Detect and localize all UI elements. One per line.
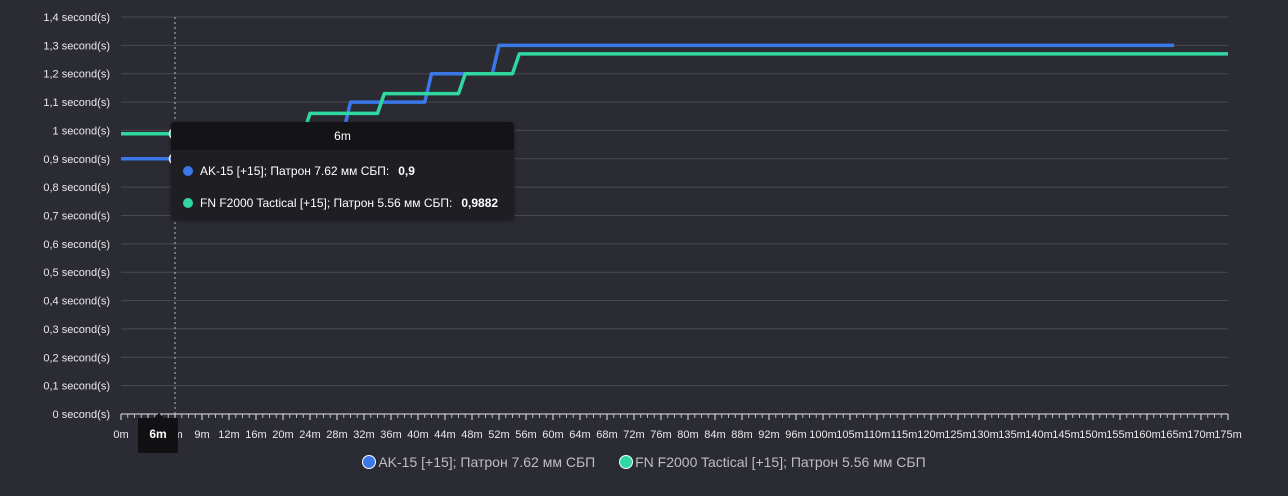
tooltip-header: 6m — [171, 122, 514, 150]
x-tick-label: 155m — [1106, 429, 1134, 441]
x-tick-label: 48m — [461, 429, 482, 441]
y-tick-label: 1,4 second(s) — [43, 12, 110, 24]
x-tick-label: 52m — [488, 429, 509, 441]
y-tick-label: 0,4 second(s) — [43, 296, 110, 308]
x-tick-label: 120m — [917, 429, 945, 441]
x-tick-label: 44m — [434, 429, 455, 441]
tooltip-series-value: 0,9882 — [461, 196, 499, 210]
x-tick-label: 100m — [809, 429, 837, 441]
y-tick-label: 1,1 second(s) — [43, 97, 110, 109]
x-tick-label: 125m — [944, 429, 972, 441]
tooltip-row-fnf2000: FN F2000 Tactical [+15]; Патрон 5.56 мм … — [183, 196, 498, 210]
x-tick-label: 88m — [731, 429, 752, 441]
x-tick-label: 68m — [596, 429, 617, 441]
y-tick-label: 0,6 second(s) — [43, 239, 110, 251]
x-tick-label: 0m — [113, 429, 128, 441]
chart-svg: 0 second(s) 0,1 second(s) 0,2 second(s) 0,3… — [43, 12, 1242, 441]
x-tick-label: 36m — [380, 429, 401, 441]
x-tick-label: 56m — [515, 429, 536, 441]
y-tick-label: 1,3 second(s) — [43, 40, 110, 52]
y-tick-label: 0,7 second(s) — [43, 211, 110, 223]
x-tick-label: 165m — [1160, 429, 1188, 441]
y-tick-label: 0,2 second(s) — [43, 352, 110, 364]
legend-item-fnf2000[interactable]: FN F2000 Tactical [+15]; Патрон 5.56 мм … — [619, 454, 926, 470]
x-tick-label: 130m — [971, 429, 999, 441]
y-axis: 0 second(s) 0,1 second(s) 0,2 second(s) 0,3… — [43, 12, 110, 421]
tooltip-series-label: AK-15 [+15]; Патрон 7.62 мм СБП: — [200, 164, 390, 178]
y-tick-label: 0,1 second(s) — [43, 381, 110, 393]
y-tick-label: 0,9 second(s) — [43, 154, 110, 166]
tooltip-series-label: FN F2000 Tactical [+15]; Патрон 5.56 мм … — [200, 196, 453, 210]
legend: AK-15 [+15]; Патрон 7.62 мм СБП FN F2000… — [0, 454, 1288, 472]
x-tick-label: 24m — [299, 429, 320, 441]
x-tick-label: 84m — [704, 429, 725, 441]
legend-dot-icon — [362, 455, 377, 469]
x-tick-label: 20m — [272, 429, 293, 441]
x-tick-label: 170m — [1187, 429, 1215, 441]
x-tick-label: 175m — [1214, 429, 1242, 441]
y-tick-label: 1 second(s) — [53, 125, 110, 137]
tooltip-series-value: 0,9 — [398, 164, 415, 178]
legend-dot-icon — [619, 455, 634, 469]
x-tick-label: 12m — [218, 429, 239, 441]
x-tick-label: 135m — [998, 429, 1026, 441]
x-tick-label: 92m — [758, 429, 779, 441]
y-tick-label: 0 second(s) — [53, 409, 110, 421]
x-tick-label: 16m — [245, 429, 266, 441]
legend-item-ak15[interactable]: AK-15 [+15]; Патрон 7.62 мм СБП — [362, 454, 595, 470]
x-tick-label: 40m — [407, 429, 428, 441]
x-tick-label: 150m — [1079, 429, 1107, 441]
hover-x-badge: 6m — [138, 413, 178, 453]
x-tick-label: 145m — [1052, 429, 1080, 441]
y-tick-label: 0,3 second(s) — [43, 324, 110, 336]
tooltip-row-ak15: AK-15 [+15]; Патрон 7.62 мм СБП: 0,9 — [183, 164, 415, 178]
y-tick-label: 0,5 second(s) — [43, 267, 110, 279]
x-tick-label: 105m — [836, 429, 864, 441]
x-tick-label: 80m — [677, 429, 698, 441]
x-axis: 0m3m6m9m12m16m20m24m28m32m36m40m44m48m52… — [113, 413, 1242, 441]
x-tick-label: 110m — [864, 429, 891, 441]
y-tick-label: 0,8 second(s) — [43, 182, 110, 194]
x-tick-label: 32m — [353, 429, 374, 441]
x-tick-label: 28m — [326, 429, 347, 441]
x-tick-label: 64m — [569, 429, 590, 441]
series-color-dot — [183, 166, 193, 176]
legend-label: AK-15 [+15]; Патрон 7.62 мм СБП — [378, 454, 596, 470]
hover-tooltip: 6m AK-15 [+15]; Патрон 7.62 мм СБП: 0,9 … — [171, 122, 514, 220]
x-tick-label: 9m — [194, 429, 209, 441]
x-tick-label: 60m — [542, 429, 563, 441]
x-tick-label: 96m — [785, 429, 806, 441]
x-tick-label: 72m — [623, 429, 644, 441]
x-tick-label: 115m — [891, 429, 918, 441]
x-tick-label: 76m — [650, 429, 671, 441]
series-color-dot — [183, 198, 193, 208]
legend-label: FN F2000 Tactical [+15]; Патрон 5.56 мм … — [635, 454, 926, 470]
y-tick-label: 1,2 second(s) — [43, 69, 110, 81]
x-tick-label: 160m — [1133, 429, 1161, 441]
x-tick-label: 140m — [1025, 429, 1053, 441]
